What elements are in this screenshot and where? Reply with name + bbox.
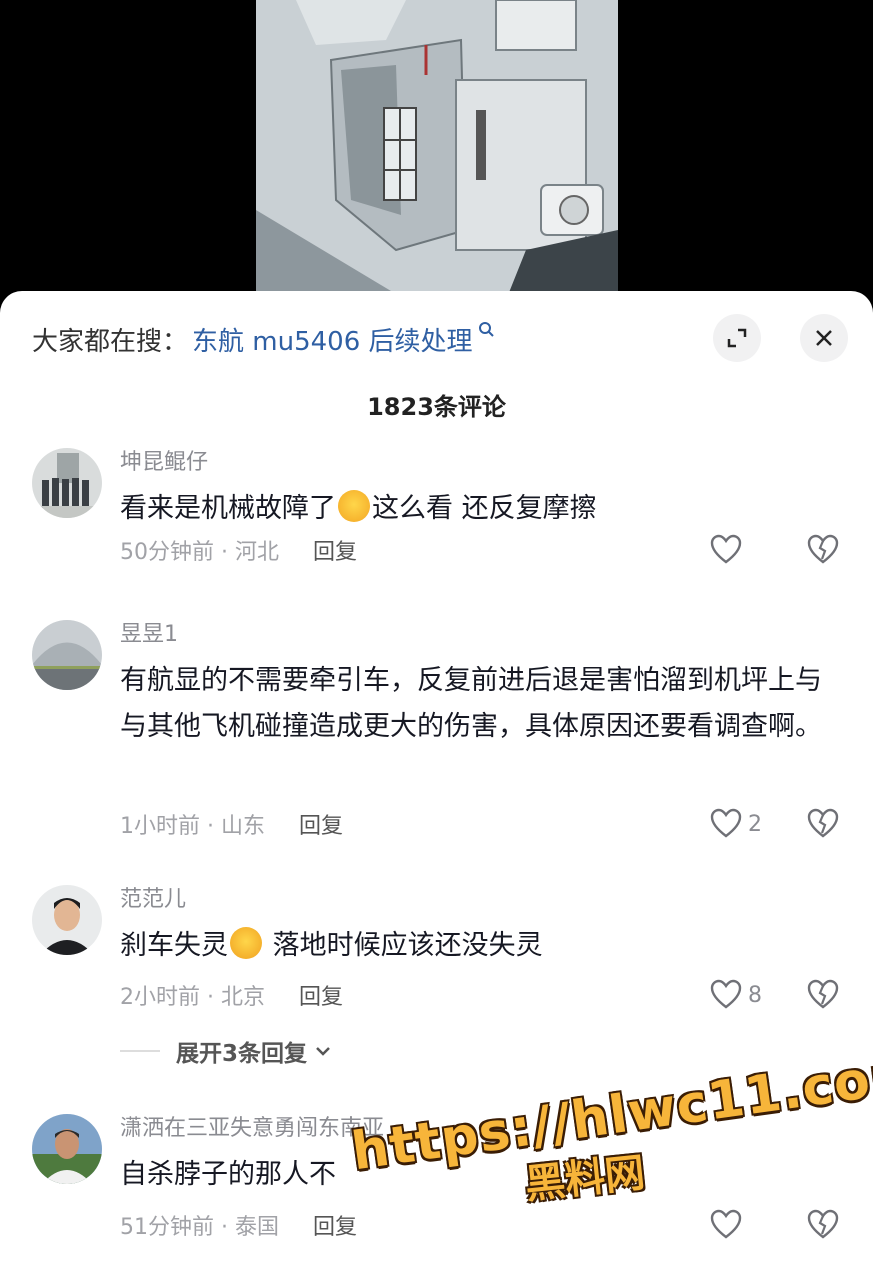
reply-button[interactable]: 回复 bbox=[299, 979, 343, 1011]
like-button[interactable]: 8 bbox=[708, 977, 762, 1013]
heart-icon bbox=[710, 808, 742, 838]
reply-button[interactable]: 回复 bbox=[313, 1209, 357, 1241]
heart-icon bbox=[710, 534, 742, 564]
search-icon[interactable] bbox=[477, 320, 495, 342]
broken-heart-icon[interactable] bbox=[805, 806, 841, 842]
search-term-link[interactable]: 东航 mu5406 后续处理 bbox=[192, 321, 473, 358]
comment-text: 有航显的不需要牵引车，反复前进后退是害怕溜到机坪上与与其他飞机碰撞造成更大的伤害… bbox=[120, 665, 822, 742]
comment-time-location: 50分钟前 · 河北 bbox=[120, 540, 279, 565]
comment-username[interactable]: 坤昆鲲仔 bbox=[120, 448, 208, 478]
like-button[interactable] bbox=[708, 532, 748, 568]
broken-heart-icon[interactable] bbox=[805, 977, 841, 1013]
divider bbox=[120, 1050, 160, 1052]
comment-meta: 1小时前 · 山东 回复 bbox=[120, 806, 343, 842]
expand-replies-label: 展开3条回复 bbox=[176, 1041, 308, 1067]
comment-username[interactable]: 范范儿 bbox=[120, 885, 186, 915]
jet-bridge-image bbox=[256, 0, 618, 300]
close-icon bbox=[816, 330, 832, 346]
comment-time-location: 51分钟前 · 泰国 bbox=[120, 1215, 279, 1240]
chevron-down-icon bbox=[316, 1047, 330, 1056]
reply-button[interactable]: 回复 bbox=[313, 534, 357, 566]
heart-icon bbox=[710, 979, 742, 1009]
like-button[interactable]: 2 bbox=[708, 806, 762, 842]
avatar[interactable] bbox=[32, 1114, 102, 1184]
comment-meta: 2小时前 · 北京 回复 bbox=[120, 977, 343, 1013]
heart-icon bbox=[710, 1209, 742, 1239]
comment-count: 1823条评论 bbox=[367, 393, 506, 421]
comment-time-location: 1小时前 · 山东 bbox=[120, 814, 265, 839]
avatar[interactable] bbox=[32, 448, 102, 518]
comment-text: 看来是机械故障了 这么看 还反复摩擦 bbox=[120, 486, 840, 532]
expand-button[interactable] bbox=[713, 314, 761, 362]
broken-heart-icon[interactable] bbox=[805, 532, 841, 568]
video-frame bbox=[256, 0, 618, 300]
thinking-emoji bbox=[230, 927, 262, 959]
search-prefix: 大家都在搜： bbox=[32, 326, 189, 357]
expand-icon bbox=[727, 328, 747, 348]
like-count: 2 bbox=[748, 811, 762, 837]
comment-username[interactable]: 昱昱1 bbox=[120, 620, 178, 650]
comment-time-location: 2小时前 · 北京 bbox=[120, 985, 265, 1010]
avatar[interactable] bbox=[32, 885, 102, 955]
comment-username[interactable]: 潇洒在三亚失意勇闯东南亚 bbox=[120, 1114, 384, 1144]
comment-meta: 51分钟前 · 泰国 回复 bbox=[120, 1207, 357, 1243]
comment-meta: 50分钟前 · 河北 回复 bbox=[120, 532, 357, 568]
comment-text: 刹车失灵 落地时候应该还没失灵 bbox=[120, 923, 840, 969]
broken-heart-icon[interactable] bbox=[805, 1207, 841, 1243]
video-player[interactable] bbox=[0, 0, 873, 300]
expand-replies-button[interactable]: 展开3条回复 bbox=[120, 1034, 333, 1068]
avatar[interactable] bbox=[32, 620, 102, 690]
crying-laughing-emoji bbox=[338, 490, 370, 522]
search-suggestion[interactable]: 大家都在搜： 东航 mu5406 后续处理 bbox=[32, 319, 495, 359]
close-button[interactable] bbox=[800, 314, 848, 362]
like-button[interactable] bbox=[708, 1207, 748, 1243]
reply-button[interactable]: 回复 bbox=[299, 808, 343, 840]
watermark: https://hlwc11.com 黑料网 bbox=[348, 1043, 873, 1209]
like-count: 8 bbox=[748, 982, 762, 1008]
